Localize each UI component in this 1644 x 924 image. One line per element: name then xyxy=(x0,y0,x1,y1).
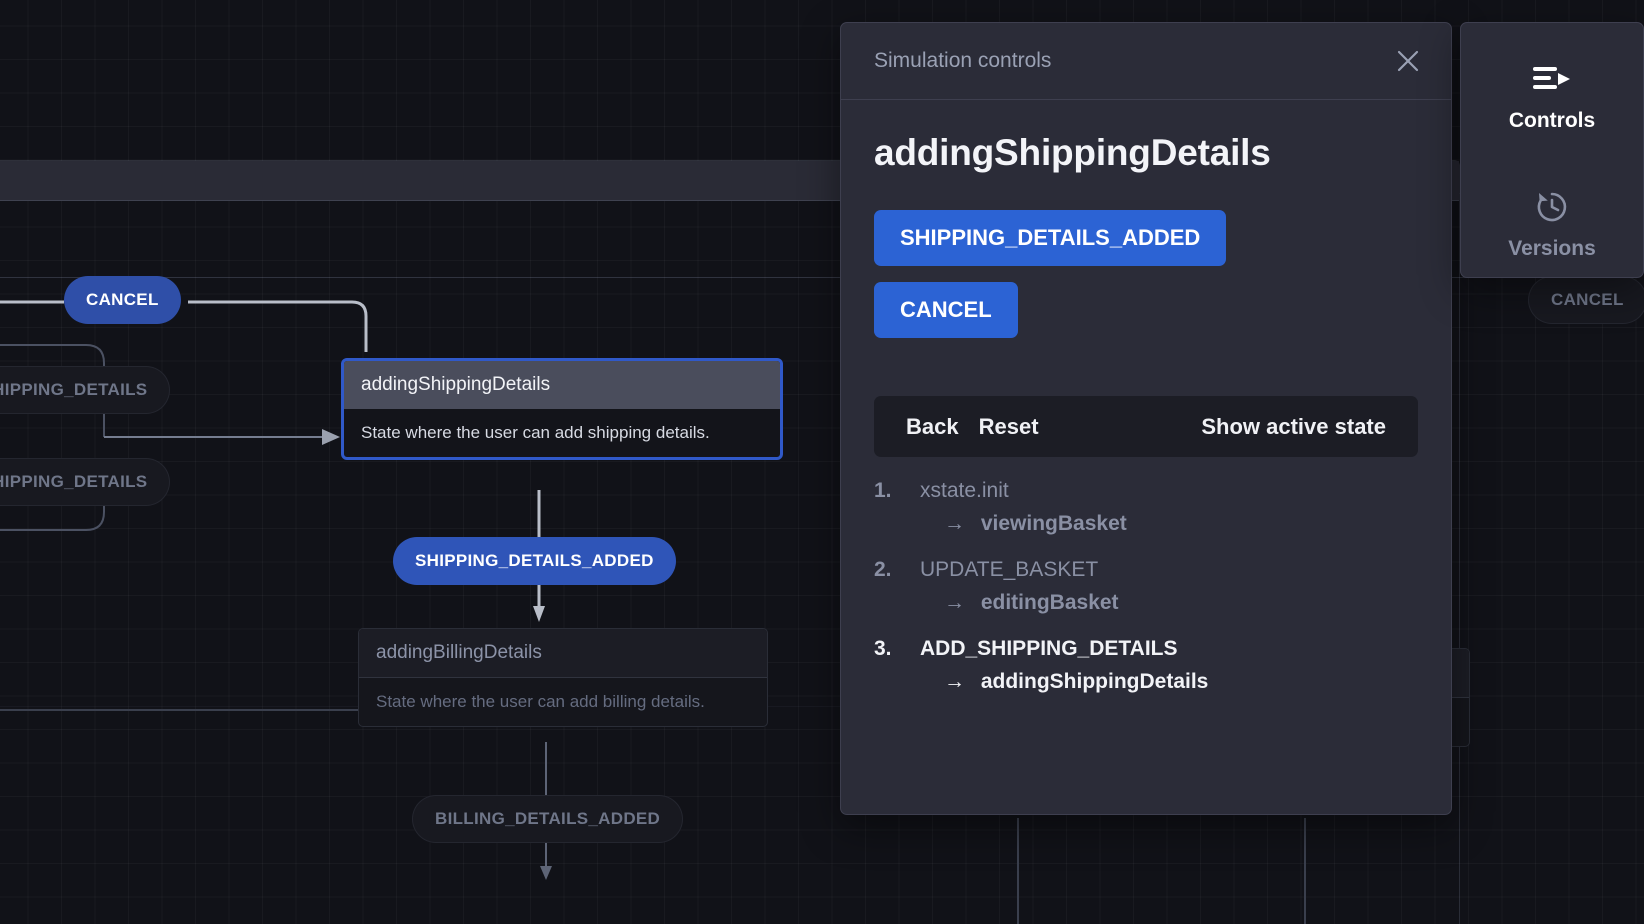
panel-header: Simulation controls xyxy=(841,23,1451,100)
controls-play-icon xyxy=(1532,57,1572,101)
pill-label: CANCEL xyxy=(1551,290,1624,310)
pill-label: ADD_SHIPPING_DETAILS xyxy=(0,472,147,492)
edge-event-pill-cancel-top[interactable]: CANCEL xyxy=(64,276,181,324)
history-step[interactable]: 1. xstate.init → viewingBasket xyxy=(874,479,1418,536)
rail-item-controls[interactable]: Controls xyxy=(1461,51,1643,143)
close-panel-button[interactable] xyxy=(1387,40,1429,82)
arrow-right-icon: → xyxy=(944,670,965,693)
history-step-target: → addingShippingDetails xyxy=(944,670,1418,694)
pill-label: CANCEL xyxy=(86,290,159,310)
history-step-target-label: addingShippingDetails xyxy=(981,670,1209,693)
close-icon xyxy=(1395,48,1421,74)
event-buttons-list: SHIPPING_DETAILS_ADDED CANCEL xyxy=(874,210,1418,354)
history-step-row: 2. UPDATE_BASKET xyxy=(874,558,1418,582)
state-node-description: State where the user can add shipping de… xyxy=(344,409,780,457)
history-step-event: ADD_SHIPPING_DETAILS xyxy=(920,637,1178,661)
simulation-toolbar: Back Reset Show active state xyxy=(874,396,1418,457)
pill-label: ADD_SHIPPING_DETAILS xyxy=(0,380,147,400)
edge-event-pill-add-shipping-details-1[interactable]: ADD_SHIPPING_DETAILS xyxy=(0,366,170,414)
active-state-name: addingShippingDetails xyxy=(874,132,1418,174)
history-step-target-label: viewingBasket xyxy=(981,512,1127,535)
history-step-target: → viewingBasket xyxy=(944,512,1418,536)
panel-body: addingShippingDetails SHIPPING_DETAILS_A… xyxy=(841,100,1451,814)
reset-button[interactable]: Reset xyxy=(969,408,1049,446)
history-step-event: xstate.init xyxy=(920,479,1009,503)
state-node-title: addingShippingDetails xyxy=(344,361,780,409)
event-history-list: 1. xstate.init → viewingBasket 2. UPDATE… xyxy=(874,479,1418,694)
back-button[interactable]: Back xyxy=(896,408,969,446)
right-side-rail: Controls Versions xyxy=(1460,22,1644,278)
arrow-right-icon: → xyxy=(944,591,965,614)
state-node-title: addingBillingDetails xyxy=(359,629,767,678)
simulation-controls-panel: Simulation controls addingShippingDetail… xyxy=(840,22,1452,815)
show-active-state-button[interactable]: Show active state xyxy=(1191,408,1396,446)
edge-event-pill-shipping-details-added[interactable]: SHIPPING_DETAILS_ADDED xyxy=(393,537,676,585)
app-root: CANCEL ADD_SHIPPING_DETAILS ADD_SHIPPING… xyxy=(0,0,1644,924)
state-node-adding-shipping-details[interactable]: addingShippingDetails State where the us… xyxy=(341,358,783,460)
rail-item-label: Versions xyxy=(1508,237,1596,261)
history-step-row: 1. xstate.init xyxy=(874,479,1418,503)
arrow-right-icon: → xyxy=(944,512,965,535)
rail-item-versions[interactable]: Versions xyxy=(1461,179,1643,271)
state-node-adding-billing-details[interactable]: addingBillingDetails State where the use… xyxy=(358,628,768,727)
rail-item-label: Controls xyxy=(1509,109,1595,133)
send-event-shipping-details-added[interactable]: SHIPPING_DETAILS_ADDED xyxy=(874,210,1226,266)
history-step-target-label: editingBasket xyxy=(981,591,1119,614)
pill-label: BILLING_DETAILS_ADDED xyxy=(435,809,660,829)
pill-label: SHIPPING_DETAILS_ADDED xyxy=(415,551,654,571)
history-step[interactable]: 2. UPDATE_BASKET → editingBasket xyxy=(874,558,1418,615)
edge-event-pill-cancel-right[interactable]: CANCEL xyxy=(1528,276,1644,324)
history-step-index: 3. xyxy=(874,637,920,661)
send-event-cancel[interactable]: CANCEL xyxy=(874,282,1018,338)
history-clock-icon xyxy=(1533,185,1571,229)
history-step-index: 2. xyxy=(874,558,920,582)
panel-title: Simulation controls xyxy=(874,49,1387,73)
history-step-target: → editingBasket xyxy=(944,591,1418,615)
edge-event-pill-billing-details-added[interactable]: BILLING_DETAILS_ADDED xyxy=(412,795,683,843)
history-step-row: 3. ADD_SHIPPING_DETAILS xyxy=(874,637,1418,661)
history-step-event: UPDATE_BASKET xyxy=(920,558,1098,582)
state-node-description: State where the user can add billing det… xyxy=(359,678,767,726)
history-step-index: 1. xyxy=(874,479,920,503)
history-step[interactable]: 3. ADD_SHIPPING_DETAILS → addingShipping… xyxy=(874,637,1418,694)
edge-event-pill-add-shipping-details-2[interactable]: ADD_SHIPPING_DETAILS xyxy=(0,458,170,506)
